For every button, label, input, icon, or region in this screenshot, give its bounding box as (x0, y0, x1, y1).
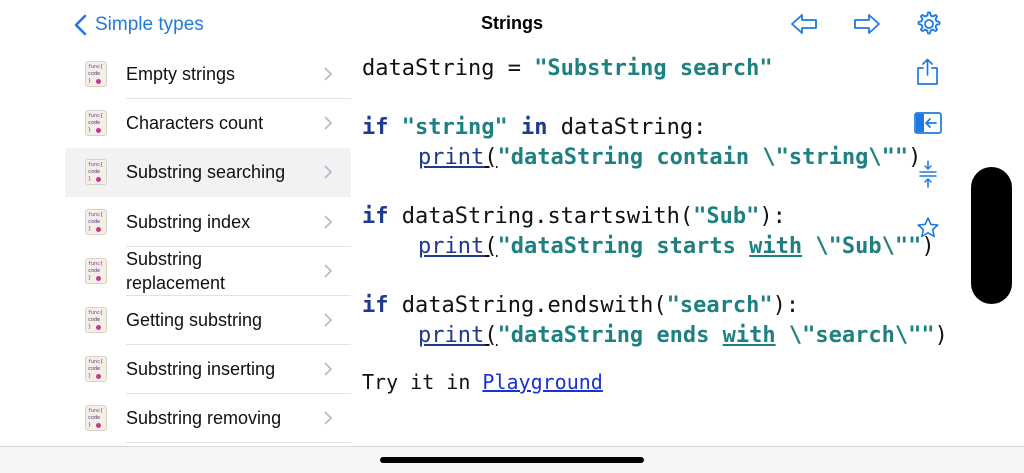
sidebar-item-label: Characters count (126, 113, 264, 133)
code-file-icon: func{code} (85, 209, 107, 235)
code-file-icon: func{code} (85, 356, 107, 382)
sidebar-item-empty-strings[interactable]: func{code} Empty strings (65, 50, 351, 99)
sidebar-item-substring-inserting[interactable]: func{code} Substring inserting (65, 345, 351, 394)
share-icon[interactable] (915, 58, 940, 86)
sidebar-item-label: Substring searching (126, 162, 286, 182)
code-file-icon: func{code} (85, 307, 107, 333)
code-file-icon: func{code} (85, 159, 107, 185)
code-line: dataString = "Substring search" (362, 56, 773, 81)
home-indicator[interactable] (380, 457, 644, 463)
chevron-right-icon (324, 264, 332, 278)
arrow-right-icon[interactable] (853, 11, 881, 37)
code-file-icon: func{code} (85, 405, 107, 431)
code-line: if dataString.endswith("search"): (362, 293, 800, 318)
code-file-icon: func{code} (85, 61, 107, 87)
back-button-label: Simple types (95, 14, 204, 35)
back-button[interactable]: Simple types (74, 12, 204, 38)
sidebar-item-label: Empty strings (126, 64, 236, 84)
chevron-right-icon (324, 165, 332, 179)
sidebar-item-substring-searching[interactable]: func{code} Substring searching (65, 148, 351, 197)
sidebar-item-label: Substring removing (126, 408, 282, 428)
chevron-right-icon (324, 67, 332, 81)
chevron-left-icon (74, 14, 87, 36)
code-line: if "string" in dataString: (362, 115, 707, 140)
code-file-icon: func{code} (85, 258, 107, 284)
code-line: print("dataString starts with \"Sub\"") (418, 234, 935, 259)
chevron-right-icon (324, 116, 332, 130)
chevron-right-icon (324, 362, 332, 376)
sidebar-item-characters-count[interactable]: func{code} Characters count (65, 99, 351, 148)
sidebar-item-substring-removing[interactable]: func{code} Substring removing (65, 394, 351, 443)
sidebar-toggle-icon[interactable] (914, 112, 942, 134)
font-size-icon[interactable] (918, 160, 938, 188)
code-line: print("dataString ends with \"search\"") (418, 323, 948, 348)
arrow-left-icon[interactable] (790, 11, 818, 37)
chevron-right-icon (324, 313, 332, 327)
page-title: Strings (480, 13, 543, 33)
sidebar-item-getting-substring[interactable]: func{code} Getting substring (65, 296, 351, 345)
playground-link[interactable]: Playground (482, 370, 602, 394)
sidebar-item-label: Getting substring (126, 310, 263, 330)
try-in-playground: Try it in Playground (362, 370, 603, 394)
sidebar-list: func{code} Empty strings func{code} Char… (65, 50, 351, 446)
chevron-right-icon (324, 411, 332, 425)
sidebar-item-substring-replacement[interactable]: func{code} Substring replacement (65, 247, 351, 296)
star-icon[interactable] (917, 217, 939, 238)
gear-icon[interactable] (914, 10, 942, 38)
sidebar-item-label: Substring replacement (126, 249, 226, 293)
scrollbar-thumb[interactable] (971, 167, 1012, 304)
code-line: if dataString.startswith("Sub"): (362, 204, 786, 229)
chevron-right-icon (324, 215, 332, 229)
sidebar-item-label: Substring index (126, 212, 251, 232)
code-file-icon: func{code} (85, 110, 107, 136)
sidebar-item-substring-index[interactable]: func{code} Substring index (65, 198, 351, 247)
code-line: print("dataString contain \"string\"") (418, 145, 922, 170)
sidebar-item-label: Substring inserting (126, 359, 276, 379)
